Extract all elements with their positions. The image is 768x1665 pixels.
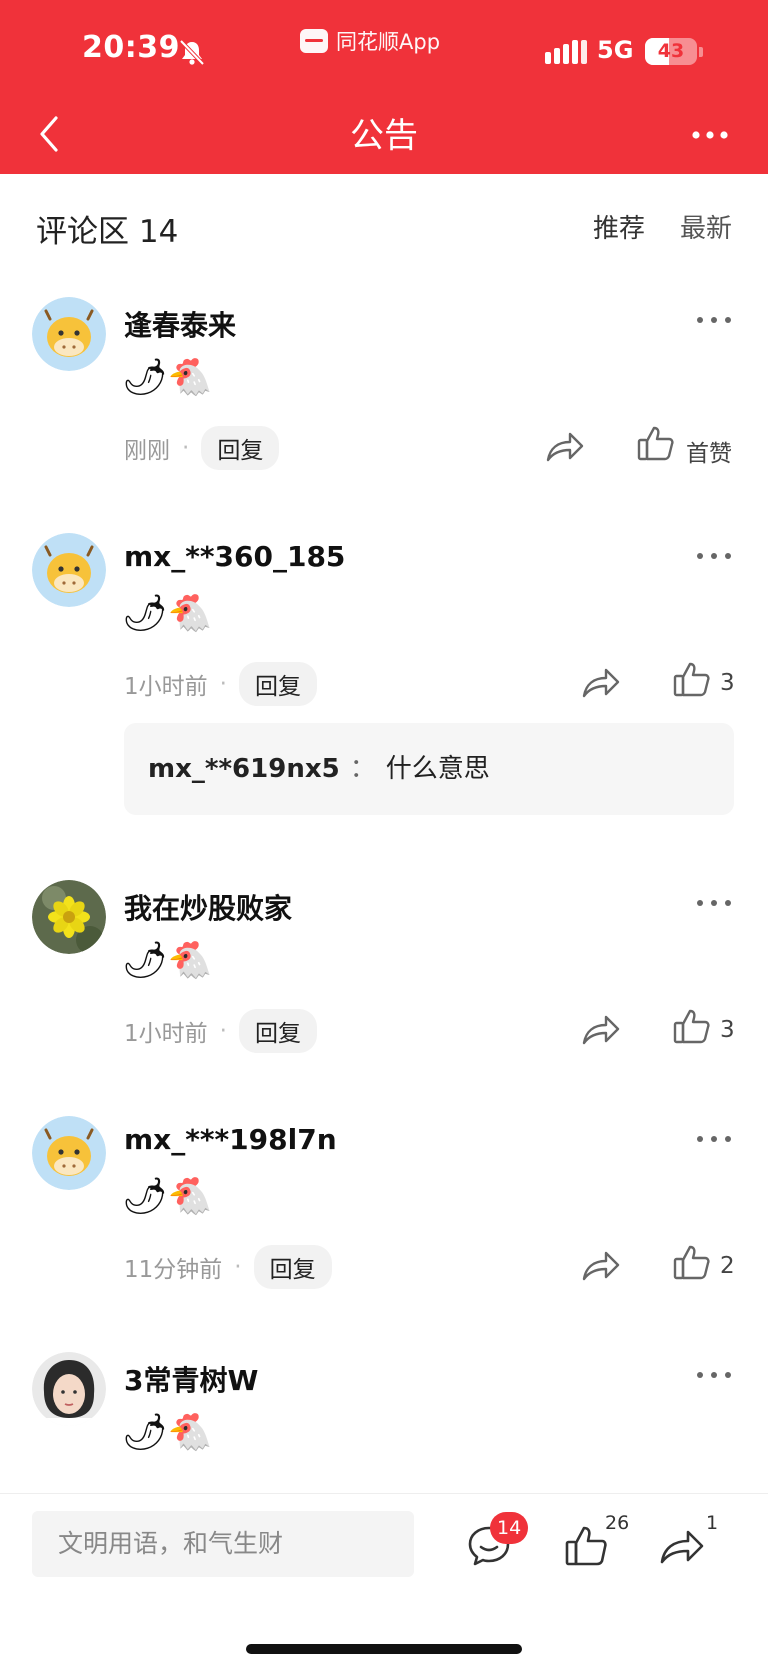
avatar[interactable]	[32, 880, 106, 954]
reply-button[interactable]: 回复	[201, 426, 280, 470]
app-name: 同花顺App	[336, 30, 441, 54]
comment-more-icon[interactable]	[694, 546, 734, 566]
more-icon[interactable]	[688, 118, 732, 152]
sort-recommended-tab[interactable]: 推荐	[593, 208, 645, 245]
comment-time: 1小时前	[124, 1021, 208, 1047]
share-icon[interactable]	[658, 1526, 706, 1566]
comment-username[interactable]: 逢春泰来	[124, 304, 236, 344]
share-icon[interactable]	[580, 1247, 622, 1283]
thumbs-up-icon[interactable]	[672, 1243, 712, 1281]
comment-item: 我在炒股败家 🌶🐔 1小时前 · 回复 3	[0, 863, 768, 1063]
battery-tip	[699, 47, 703, 57]
page-title: 公告	[350, 116, 418, 156]
comment-content: 🌶🐔	[122, 940, 213, 981]
meta-dot: ·	[182, 435, 190, 461]
like-count: 3	[720, 1017, 735, 1043]
reply-button[interactable]: 回复	[253, 1245, 332, 1289]
app-indicator[interactable]: 同花顺App	[300, 26, 440, 56]
avatar[interactable]	[32, 297, 106, 371]
avatar[interactable]	[32, 1116, 106, 1190]
comment-item: mx_**360_185 🌶🐔 1小时前 · 回复 3 mx_**619nx5 ：…	[0, 516, 768, 816]
comment-username[interactable]: 我在炒股败家	[124, 887, 292, 927]
avatar[interactable]	[32, 533, 106, 607]
comment-more-icon[interactable]	[694, 1129, 734, 1149]
meta-dot: ·	[219, 671, 227, 697]
comment-username[interactable]: 3常青树W	[124, 1359, 258, 1399]
comment-content: 🌶🐔	[122, 1176, 213, 1217]
avatar[interactable]	[32, 1352, 106, 1426]
bell-muted-icon	[179, 39, 205, 66]
comment-time: 11分钟前	[124, 1257, 223, 1283]
like-total-count: 26	[605, 1512, 630, 1534]
comment-item: 3常青树W 🌶🐔	[0, 1335, 768, 1493]
network-type: 5G	[597, 36, 634, 64]
like-count: 3	[720, 670, 735, 696]
comment-content: 🌶🐔	[122, 1412, 213, 1453]
thumbs-up-icon[interactable]	[672, 1007, 712, 1045]
sub-reply-text: 什么意思	[385, 754, 490, 784]
battery-icon: 43	[645, 38, 697, 65]
comment-meta: 刚刚 · 回复	[124, 426, 280, 470]
meta-dot: ·	[219, 1018, 227, 1044]
signal-icon	[545, 40, 587, 64]
comment-content: 🌶🐔	[122, 357, 213, 398]
thumbs-up-icon[interactable]	[636, 424, 676, 462]
comments-section-title: 评论区 14	[36, 214, 179, 250]
comment-more-icon[interactable]	[694, 310, 734, 330]
comment-content: 🌶🐔	[122, 593, 213, 634]
like-count: 2	[720, 1253, 735, 1279]
share-total-count: 1	[706, 1512, 719, 1534]
reply-button[interactable]: 回复	[238, 662, 317, 706]
battery-level: 43	[657, 40, 685, 62]
comment-more-icon[interactable]	[694, 893, 734, 913]
comment-username[interactable]: mx_**360_185	[124, 540, 345, 573]
comment-item: mx_***198l7n 🌶🐔 11分钟前 · 回复 2	[0, 1099, 768, 1299]
comment-username[interactable]: mx_***198l7n	[124, 1123, 337, 1156]
comment-meta: 1小时前 · 回复	[124, 662, 317, 706]
reply-button[interactable]: 回复	[238, 1009, 317, 1053]
sort-latest-tab[interactable]: 最新	[680, 208, 732, 245]
top-header: 20:39 同花顺App 5G 43 公告	[0, 0, 768, 174]
share-icon[interactable]	[580, 1011, 622, 1047]
comment-meta: 1小时前 · 回复	[124, 1009, 317, 1053]
app-logo-icon	[300, 29, 328, 53]
sub-reply-user[interactable]: mx_**619nx5	[148, 754, 340, 784]
comment-count-badge: 14	[490, 1512, 529, 1544]
comment-more-icon[interactable]	[694, 1365, 734, 1385]
comment-item: 逢春泰来 🌶🐔 刚刚 · 回复 首赞	[0, 280, 768, 480]
sub-reply[interactable]: mx_**619nx5 ： 什么意思	[124, 723, 734, 815]
comment-time: 刚刚	[124, 438, 170, 464]
share-icon[interactable]	[580, 664, 622, 700]
meta-dot: ·	[234, 1254, 242, 1280]
thumbs-up-icon[interactable]	[672, 660, 712, 698]
sub-reply-separator: ：	[349, 754, 376, 784]
status-time: 20:39	[82, 30, 180, 65]
like-count: 首赞	[686, 441, 732, 467]
home-indicator	[246, 1644, 522, 1654]
comment-time: 1小时前	[124, 674, 208, 700]
thumbs-up-icon[interactable]	[564, 1524, 610, 1568]
comment-meta: 11分钟前 · 回复	[124, 1245, 332, 1289]
bottom-bar: 文明用语，和气生财 14 26 1	[0, 1493, 768, 1665]
comment-input[interactable]: 文明用语，和气生财	[32, 1511, 414, 1577]
share-icon[interactable]	[544, 428, 586, 464]
